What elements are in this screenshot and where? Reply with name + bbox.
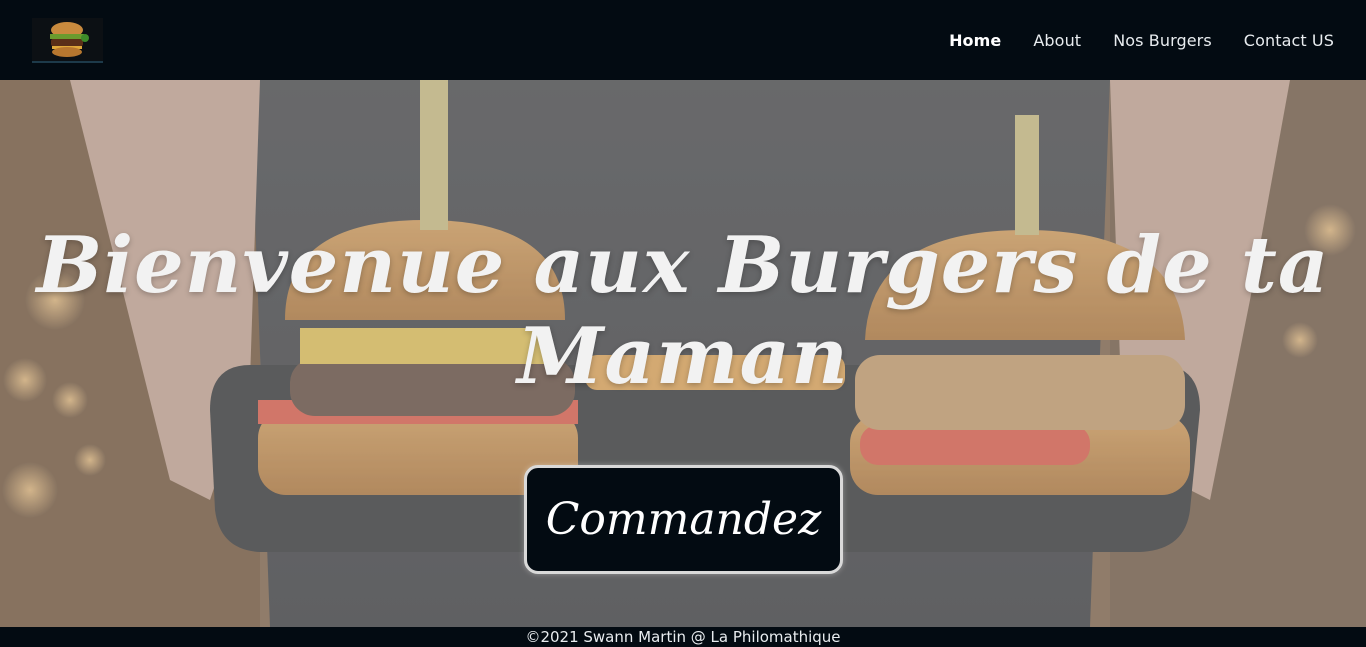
nav-about-link[interactable]: About xyxy=(1033,31,1081,50)
nav-nos-burgers-link[interactable]: Nos Burgers xyxy=(1113,31,1212,50)
site-header: Home About Nos Burgers Contact US xyxy=(0,0,1366,80)
hero-title: Bienvenue aux Burgers de ta Maman xyxy=(36,220,1330,402)
nav-home-link[interactable]: Home xyxy=(949,31,1001,50)
commandez-button[interactable]: Commandez xyxy=(524,465,843,574)
site-footer: ©2021 Swann Martin @ La Philomathique xyxy=(0,627,1366,647)
main-nav: Home About Nos Burgers Contact US xyxy=(917,0,1334,80)
nav-contact-link[interactable]: Contact US xyxy=(1244,31,1334,50)
hero-section: Bienvenue aux Burgers de ta Maman Comman… xyxy=(0,80,1366,627)
burger-logo-icon[interactable] xyxy=(32,18,103,63)
